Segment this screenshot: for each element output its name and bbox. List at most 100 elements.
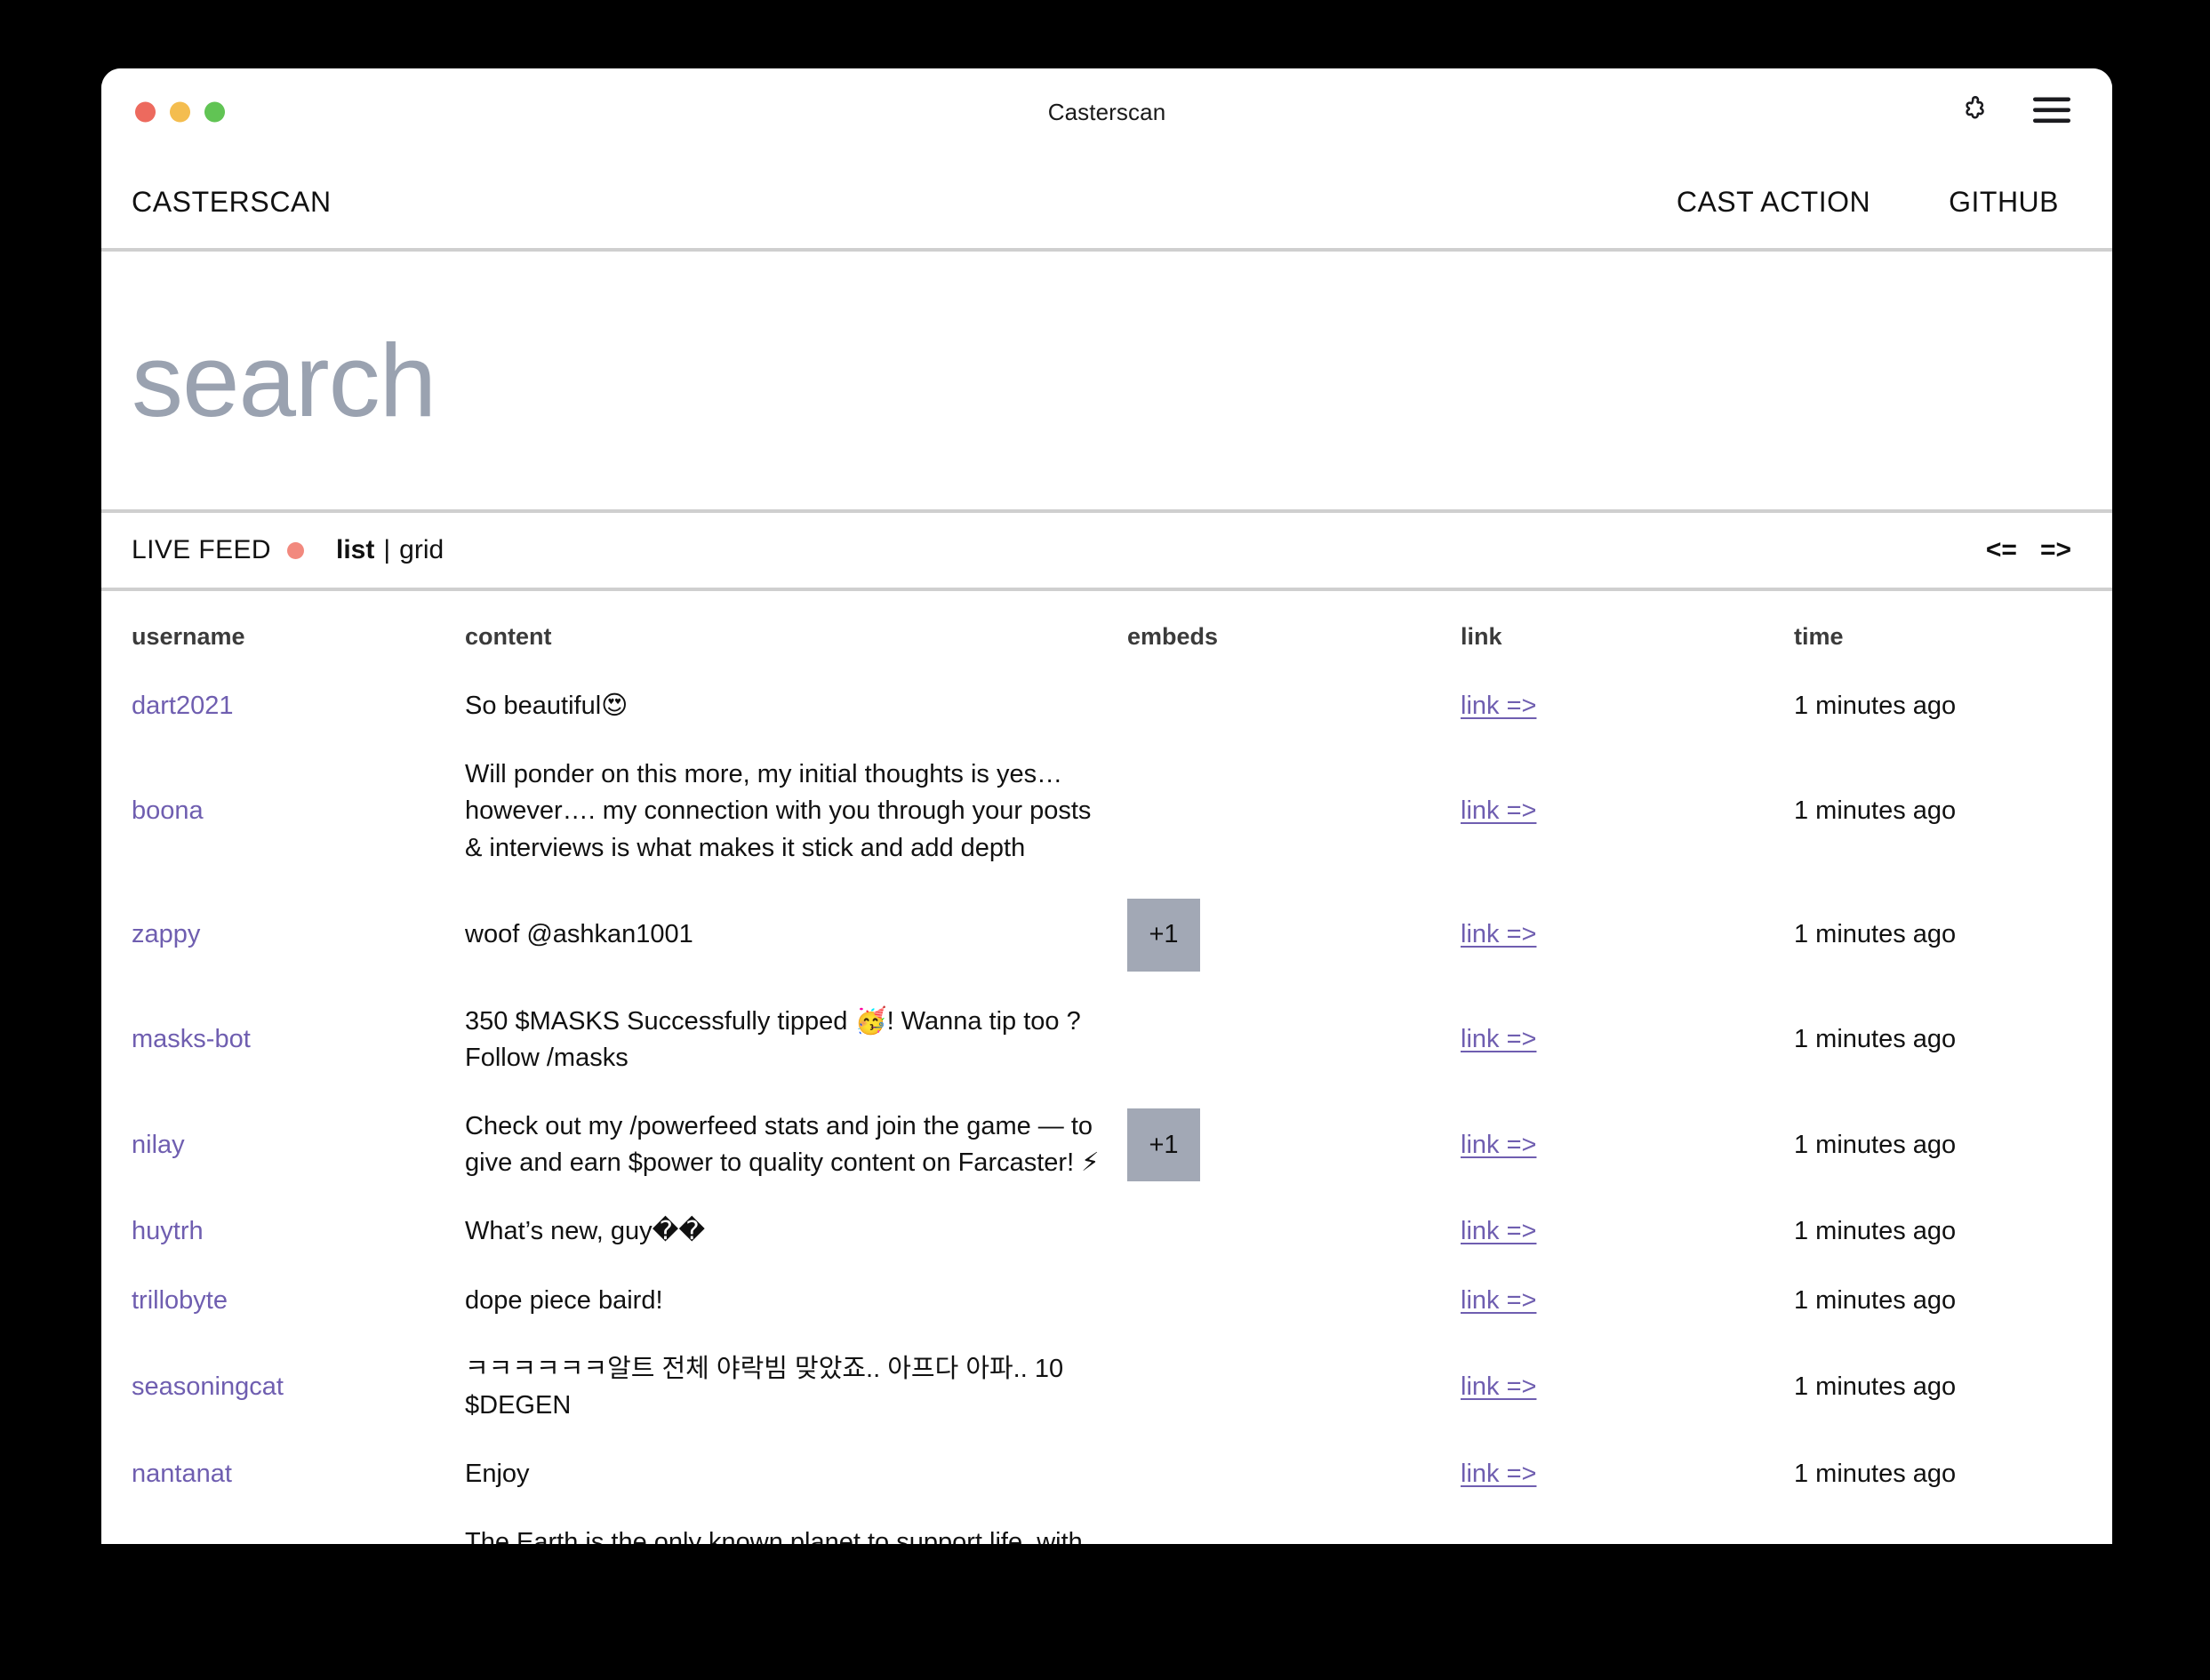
- feed-table-area: username content embeds link time dart20…: [101, 591, 2112, 1544]
- username-link[interactable]: nantanat: [132, 1460, 232, 1488]
- cell-username: zappy: [132, 883, 465, 988]
- puzzle-piece-icon[interactable]: [1959, 94, 1991, 131]
- browser-window: Casterscan CASTERSCAN CAST ACTION GITHUB: [101, 68, 2112, 1544]
- cast-permalink[interactable]: link =>: [1461, 1286, 1536, 1315]
- nav-cast-action[interactable]: CAST ACTION: [1677, 186, 1870, 219]
- nav-github[interactable]: GITHUB: [1949, 186, 2059, 219]
- cell-link: link =>: [1461, 1440, 1794, 1508]
- feed-table-head: username content embeds link time: [132, 591, 2082, 672]
- cast-content-text: dope piece baird!: [465, 1285, 663, 1315]
- cell-username: [132, 1508, 465, 1544]
- table-row: dart2021 So beautiful😍 link => 1 minutes ag…: [132, 672, 2082, 740]
- cell-link: link =>: [1461, 1092, 1794, 1197]
- table-row: huytrh What’s new, guy�� link => 1 minutes …: [132, 1197, 2082, 1266]
- window-titlebar: Casterscan: [101, 68, 2112, 156]
- username-link[interactable]: zappy: [132, 920, 200, 948]
- username-link[interactable]: boona: [132, 796, 204, 825]
- search-input[interactable]: [132, 321, 2082, 440]
- cell-content: Will ponder on this more, my initial tho…: [465, 740, 1127, 883]
- cell-link: link =>: [1461, 672, 1794, 740]
- brand-logo[interactable]: CASTERSCAN: [132, 186, 332, 219]
- cell-link: link =>: [1461, 988, 1794, 1092]
- site-nav: CAST ACTION GITHUB: [1677, 186, 2068, 219]
- relative-timestamp: 1 minutes ago: [1794, 1025, 1957, 1054]
- embed-count-badge[interactable]: +1: [1127, 1108, 1200, 1182]
- cell-content: woof @ashkan1001: [465, 883, 1127, 988]
- cell-time: 1 minutes ago: [1794, 740, 2082, 883]
- feed-toolbar: LIVE FEED list | grid <= =>: [101, 509, 2112, 591]
- cast-content-text: Will ponder on this more, my initial tho…: [465, 760, 1092, 862]
- cast-permalink[interactable]: link =>: [1461, 1460, 1536, 1488]
- cast-content-text: Enjoy: [465, 1460, 530, 1489]
- cell-embeds: [1127, 1508, 1461, 1544]
- cast-permalink[interactable]: link =>: [1461, 692, 1536, 720]
- cell-time: 1 minutes ago: [1794, 1440, 2082, 1508]
- relative-timestamp: 1 minutes ago: [1794, 920, 1957, 949]
- feed-table-body: dart2021 So beautiful😍 link => 1 minutes ag…: [132, 672, 2082, 1544]
- cell-username: trillobyte: [132, 1267, 465, 1335]
- table-header-row: username content embeds link time: [132, 591, 2082, 672]
- live-status-dot: [286, 541, 304, 559]
- cast-permalink[interactable]: link =>: [1461, 796, 1536, 825]
- cast-content-text: Check out my /powerfeed stats and join t…: [465, 1112, 1100, 1178]
- cell-link: link =>: [1461, 1335, 1794, 1440]
- table-row: nilay Check out my /powerfeed stats and j…: [132, 1092, 2082, 1197]
- cell-content: Check out my /powerfeed stats and join t…: [465, 1092, 1127, 1197]
- cast-permalink[interactable]: link =>: [1461, 920, 1536, 948]
- username-link[interactable]: seasoningcat: [132, 1372, 284, 1401]
- search-section: [101, 252, 2112, 509]
- username-link[interactable]: masks-bot: [132, 1025, 251, 1053]
- column-header-time: time: [1794, 623, 1844, 650]
- relative-timestamp: 1 minutes ago: [1794, 796, 1957, 826]
- cast-content-text: So beautiful😍: [465, 692, 629, 720]
- hamburger-menu-icon[interactable]: [2032, 95, 2071, 130]
- cast-permalink[interactable]: link =>: [1461, 1372, 1536, 1401]
- cell-link: link =>: [1461, 740, 1794, 883]
- column-header-content: content: [465, 623, 552, 650]
- username-link[interactable]: trillobyte: [132, 1286, 228, 1315]
- cast-content-text: What’s new, guy��: [465, 1217, 706, 1246]
- cast-permalink[interactable]: link =>: [1461, 1025, 1536, 1053]
- cell-content: dope piece baird!: [465, 1267, 1127, 1335]
- cell-embeds: [1127, 1440, 1461, 1508]
- table-row: boona Will ponder on this more, my initia…: [132, 740, 2082, 883]
- username-link[interactable]: huytrh: [132, 1217, 204, 1245]
- live-feed-label: LIVE FEED: [132, 535, 271, 564]
- feed-table: username content embeds link time dart20…: [132, 591, 2082, 1544]
- cell-embeds: [1127, 672, 1461, 740]
- username-link[interactable]: dart2021: [132, 692, 234, 720]
- cell-content: The Earth is the only known planet to su…: [465, 1508, 1127, 1544]
- table-row: The Earth is the only known planet to su…: [132, 1508, 2082, 1544]
- cell-content: What’s new, guy��: [465, 1197, 1127, 1266]
- window-title: Casterscan: [1047, 98, 1166, 125]
- relative-timestamp: 1 minutes ago: [1794, 1372, 1957, 1402]
- table-row: nantanat Enjoy link => 1 minutes ago: [132, 1440, 2082, 1508]
- cell-time: 1 minutes ago: [1794, 1335, 2082, 1440]
- embed-count-badge[interactable]: +1: [1127, 898, 1200, 972]
- cast-content-text: 350 $MASKS Successfully tipped 🥳! Wanna …: [465, 1006, 1081, 1072]
- cell-link: link =>: [1461, 1267, 1794, 1335]
- view-toggle-list[interactable]: list: [336, 535, 374, 565]
- cell-link: [1461, 1508, 1794, 1544]
- cell-username: dart2021: [132, 672, 465, 740]
- pagination-prev-button[interactable]: <=: [1986, 535, 2017, 565]
- username-link[interactable]: nilay: [132, 1131, 185, 1159]
- cell-embeds: [1127, 740, 1461, 883]
- cell-embeds: [1127, 1335, 1461, 1440]
- view-toggle-separator: |: [383, 535, 391, 564]
- relative-timestamp: 1 minutes ago: [1794, 1460, 1957, 1489]
- relative-timestamp: 1 minutes ago: [1794, 692, 1957, 720]
- cell-username: nilay: [132, 1092, 465, 1197]
- cast-permalink[interactable]: link =>: [1461, 1131, 1536, 1159]
- cell-content: ㅋㅋㅋㅋㅋㅋ알트 전체 야락빔 맞았죠.. 아프다 아파.. 10 $DEGEN: [465, 1335, 1127, 1440]
- cell-username: seasoningcat: [132, 1335, 465, 1440]
- cell-time: 1 minutes ago: [1794, 672, 2082, 740]
- pagination-next-button[interactable]: =>: [2040, 535, 2071, 565]
- cast-content-text: The Earth is the only known planet to su…: [465, 1528, 1083, 1544]
- site-header: CASTERSCAN CAST ACTION GITHUB: [101, 156, 2112, 252]
- cell-embeds: [1127, 988, 1461, 1092]
- cell-embeds: +1: [1127, 883, 1461, 988]
- cast-permalink[interactable]: link =>: [1461, 1217, 1536, 1245]
- cell-content: Enjoy: [465, 1440, 1127, 1508]
- view-toggle-grid[interactable]: grid: [399, 535, 444, 565]
